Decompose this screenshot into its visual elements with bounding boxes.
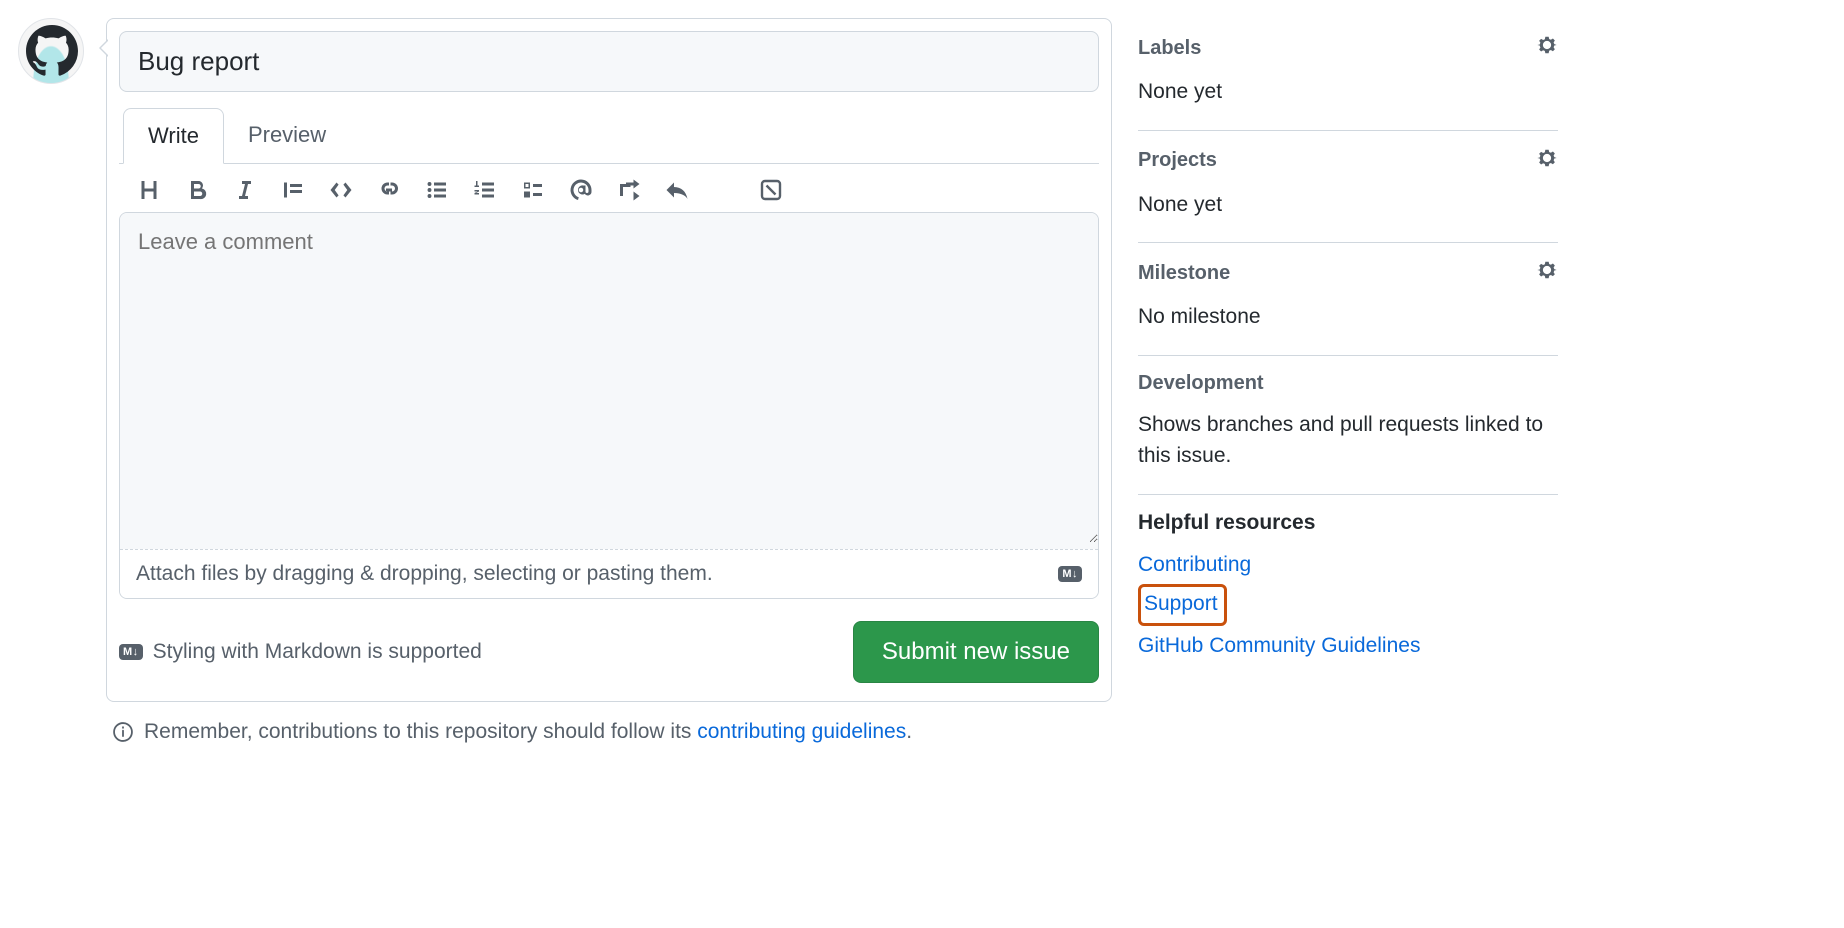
contributing-guidelines-link[interactable]: contributing guidelines [697,720,906,743]
helpful-title: Helpful resources [1138,511,1558,535]
sidebar-section-labels: Labels None yet [1138,18,1558,131]
attach-row[interactable]: Attach files by dragging & dropping, sel… [120,549,1098,598]
contributing-reminder: Remember, contributions to this reposito… [106,720,1112,744]
milestone-title: Milestone [1138,262,1230,285]
mention-icon[interactable] [569,178,593,202]
editor-tabs: Write Preview [123,108,1099,164]
sidebar-section-milestone: Milestone No milestone [1138,243,1558,356]
comment-box: Write Preview [106,18,1112,702]
gear-icon[interactable] [1536,147,1558,175]
milestone-value: No milestone [1138,301,1558,333]
remember-suffix: . [906,720,912,743]
markdown-icon: M↓ [119,644,143,660]
box-caret [90,39,108,57]
projects-title: Projects [1138,149,1217,172]
avatar[interactable] [18,18,84,84]
attach-hint: Attach files by dragging & dropping, sel… [136,562,713,586]
remember-prefix: Remember, contributions to this reposito… [144,720,697,743]
helpful-link-contributing[interactable]: Contributing [1138,549,1558,581]
helpful-link-community[interactable]: GitHub Community Guidelines [1138,630,1558,662]
saved-replies-icon[interactable] [759,178,783,202]
projects-value: None yet [1138,189,1558,221]
submit-new-issue-button[interactable]: Submit new issue [853,621,1099,683]
cross-reference-icon[interactable] [617,178,641,202]
sidebar: Labels None yet Projects None yet Milest… [1138,18,1558,744]
labels-title: Labels [1138,37,1201,60]
tab-preview[interactable]: Preview [224,108,350,164]
markdown-badge-icon[interactable]: M↓ [1058,566,1082,582]
helpful-link-support[interactable]: Support [1144,592,1218,615]
bullet-list-icon[interactable] [425,178,449,202]
gear-icon[interactable] [1536,259,1558,287]
comment-textarea-wrap: Attach files by dragging & dropping, sel… [119,212,1099,599]
development-title: Development [1138,372,1264,395]
sidebar-section-development: Development Shows branches and pull requ… [1138,356,1558,495]
labels-value: None yet [1138,76,1558,108]
code-icon[interactable] [329,178,353,202]
comment-textarea[interactable] [120,213,1098,543]
octocat-icon [26,25,78,77]
task-list-icon[interactable] [521,178,545,202]
development-value: Shows branches and pull requests linked … [1138,409,1558,472]
formatting-toolbar [119,164,1099,212]
reply-icon[interactable] [665,178,689,202]
gear-icon[interactable] [1536,34,1558,62]
sidebar-section-helpful: Helpful resources Contributing Support G… [1138,495,1558,684]
heading-icon[interactable] [137,178,161,202]
info-icon [112,721,134,743]
markdown-support-label: Styling with Markdown is supported [153,640,482,664]
sidebar-section-projects: Projects None yet [1138,131,1558,244]
bold-icon[interactable] [185,178,209,202]
markdown-support-hint[interactable]: M↓ Styling with Markdown is supported [119,640,482,664]
quote-icon[interactable] [281,178,305,202]
support-highlight: Support [1138,584,1227,626]
numbered-list-icon[interactable] [473,178,497,202]
issue-title-input[interactable] [119,31,1099,92]
link-icon[interactable] [377,178,401,202]
italic-icon[interactable] [233,178,257,202]
tab-write[interactable]: Write [123,108,224,164]
